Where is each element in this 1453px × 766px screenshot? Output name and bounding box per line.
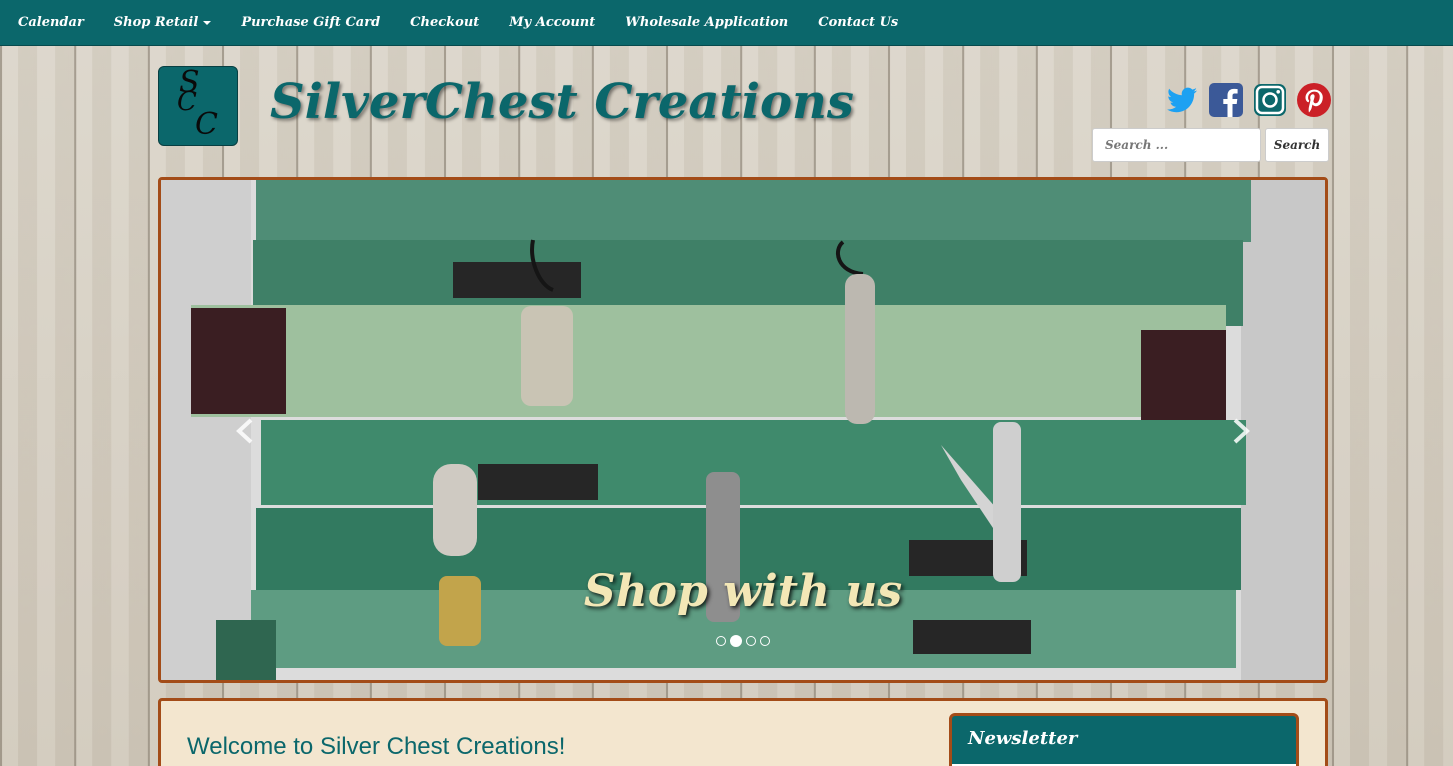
nav-checkout[interactable]: Checkout xyxy=(410,15,479,30)
nav-calendar-label: Calendar xyxy=(18,15,84,30)
newsletter-widget: Newsletter xyxy=(949,713,1299,766)
caret-down-icon xyxy=(203,20,212,25)
pinterest-icon[interactable] xyxy=(1296,82,1332,118)
carousel-caption: Shop with us xyxy=(583,566,903,617)
search-input[interactable] xyxy=(1092,128,1261,162)
nav-shop-retail[interactable]: Shop Retail xyxy=(114,15,212,30)
carousel-indicator[interactable] xyxy=(746,636,756,646)
welcome-heading: Welcome to Silver Chest Creations! xyxy=(187,733,566,760)
site-title[interactable]: SilverChest Creations xyxy=(270,74,854,130)
newsletter-title: Newsletter xyxy=(968,728,1078,749)
twitter-icon[interactable] xyxy=(1164,82,1200,118)
nav-shop-retail-label: Shop Retail xyxy=(113,15,199,30)
top-navigation: Calendar Shop Retail Purchase Gift Card … xyxy=(0,0,1453,46)
social-links xyxy=(1164,82,1332,118)
nav-checkout-label: Checkout xyxy=(410,15,480,30)
nav-my-account-label: My Account xyxy=(509,15,596,30)
carousel-indicators xyxy=(161,635,1325,647)
carousel-indicator[interactable] xyxy=(760,636,770,646)
hero-carousel: Shop with us xyxy=(158,177,1328,683)
carousel-indicator-active[interactable] xyxy=(730,635,742,647)
nav-wholesale-application-label: Wholesale Application xyxy=(625,15,789,30)
nav-contact-us-label: Contact Us xyxy=(818,15,899,30)
main-content: Welcome to Silver Chest Creations! Newsl… xyxy=(158,698,1328,766)
carousel-prev-icon[interactable] xyxy=(231,416,261,446)
nav-purchase-gift-card-label: Purchase Gift Card xyxy=(241,15,381,30)
nav-contact-us[interactable]: Contact Us xyxy=(818,15,898,30)
nav-calendar[interactable]: Calendar xyxy=(18,15,84,30)
logo-letter: C xyxy=(177,87,197,117)
instagram-icon[interactable] xyxy=(1252,82,1288,118)
carousel-indicator[interactable] xyxy=(716,636,726,646)
search-button[interactable]: Search xyxy=(1265,128,1329,162)
search-form: Search xyxy=(1092,128,1329,162)
carousel-next-icon[interactable] xyxy=(1225,416,1255,446)
logo-letter: C xyxy=(195,107,218,142)
site-logo[interactable]: S C C xyxy=(158,65,238,146)
facebook-icon[interactable] xyxy=(1208,82,1244,118)
nav-purchase-gift-card[interactable]: Purchase Gift Card xyxy=(241,15,380,30)
nav-wholesale-application[interactable]: Wholesale Application xyxy=(625,15,788,30)
nav-my-account[interactable]: My Account xyxy=(509,15,595,30)
